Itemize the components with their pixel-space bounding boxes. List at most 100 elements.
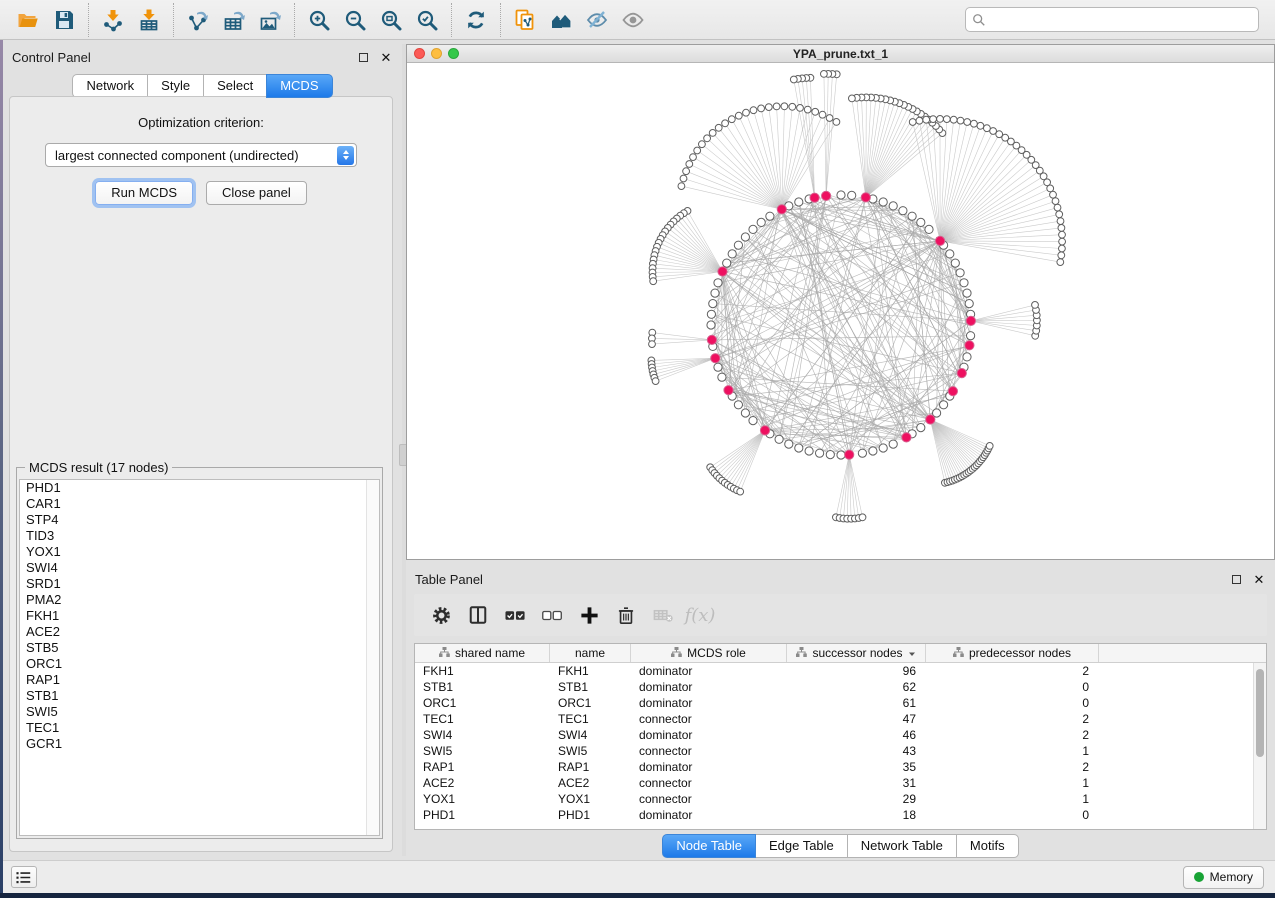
leaf-node[interactable]: [937, 116, 944, 123]
show-graphics-details-icon[interactable]: [615, 4, 651, 36]
network-node[interactable]: [917, 424, 925, 432]
leaf-node[interactable]: [781, 103, 788, 110]
export-image-icon[interactable]: [252, 4, 288, 36]
network-node[interactable]: [757, 218, 765, 226]
dominator-node[interactable]: [926, 415, 935, 424]
dominator-node[interactable]: [861, 193, 870, 202]
leaf-node[interactable]: [765, 104, 772, 111]
network-window-titlebar[interactable]: YPA_prune.txt_1: [407, 45, 1274, 63]
network-canvas[interactable]: [407, 63, 1274, 559]
leaf-node[interactable]: [943, 116, 950, 123]
dominator-node[interactable]: [902, 433, 911, 442]
network-node[interactable]: [775, 435, 783, 443]
float-table-panel-button[interactable]: [1229, 572, 1243, 586]
network-node[interactable]: [917, 218, 925, 226]
tab-motifs[interactable]: Motifs: [956, 834, 1019, 858]
leaf-node[interactable]: [984, 125, 991, 132]
copy-current-view-icon[interactable]: [507, 4, 543, 36]
dominator-node[interactable]: [966, 316, 975, 325]
network-node[interactable]: [826, 451, 834, 459]
dominator-node[interactable]: [965, 341, 974, 350]
leaf-node[interactable]: [950, 116, 957, 123]
leaf-node[interactable]: [758, 105, 765, 112]
network-node[interactable]: [714, 363, 722, 371]
leaf-node[interactable]: [1054, 204, 1061, 211]
network-node[interactable]: [711, 289, 719, 297]
list-item[interactable]: YOX1: [20, 544, 379, 560]
network-node[interactable]: [816, 449, 824, 457]
save-session-icon[interactable]: [46, 4, 82, 36]
list-item[interactable]: FKH1: [20, 608, 379, 624]
table-row[interactable]: TEC1TEC1connector472: [415, 711, 1266, 727]
list-item[interactable]: TID3: [20, 528, 379, 544]
leaf-node[interactable]: [1032, 302, 1039, 309]
network-node[interactable]: [963, 353, 971, 361]
network-node[interactable]: [837, 451, 845, 459]
settings-gear-icon[interactable]: [428, 602, 454, 628]
tab-mcds[interactable]: MCDS: [266, 74, 332, 98]
column-header-shared-name[interactable]: shared name: [415, 644, 550, 662]
table-row[interactable]: ACE2ACE2connector311: [415, 775, 1266, 791]
tab-node-table[interactable]: Node Table: [662, 834, 756, 858]
leaf-node[interactable]: [1057, 259, 1064, 266]
open-session-icon[interactable]: [10, 4, 46, 36]
network-node[interactable]: [837, 191, 845, 199]
leaf-node[interactable]: [649, 341, 656, 348]
hide-selected-icon[interactable]: [579, 4, 615, 36]
column-header-name[interactable]: name: [550, 644, 631, 662]
close-panel-action-button[interactable]: Close panel: [206, 181, 307, 205]
import-network-icon[interactable]: [95, 4, 131, 36]
list-item[interactable]: STB5: [20, 640, 379, 656]
leaf-node[interactable]: [804, 106, 811, 113]
column-header-MCDS-role[interactable]: MCDS role: [631, 644, 787, 662]
leaf-node[interactable]: [704, 135, 711, 142]
leaf-node[interactable]: [1057, 218, 1064, 225]
leaf-node[interactable]: [821, 71, 828, 78]
dominator-node[interactable]: [822, 191, 831, 200]
table-row[interactable]: SWI5SWI5connector431: [415, 743, 1266, 759]
first-neighbors-icon[interactable]: [543, 4, 579, 36]
zoom-fit-icon[interactable]: [373, 4, 409, 36]
table-row[interactable]: FKH1FKH1dominator962: [415, 663, 1266, 679]
dominator-node[interactable]: [718, 267, 727, 276]
delete-column-icon[interactable]: [613, 602, 639, 628]
leaf-node[interactable]: [728, 116, 735, 123]
add-column-icon[interactable]: [576, 602, 602, 628]
network-node[interactable]: [967, 332, 975, 340]
leaf-node[interactable]: [1058, 225, 1065, 232]
network-node[interactable]: [940, 401, 948, 409]
dominator-node[interactable]: [845, 450, 854, 459]
network-graph[interactable]: [407, 63, 1274, 560]
mcds-result-list[interactable]: PHD1CAR1STP4TID3YOX1SWI4SRD1PMA2FKH1ACE2…: [19, 479, 380, 836]
leaf-node[interactable]: [849, 95, 856, 102]
refresh-view-icon[interactable]: [458, 4, 494, 36]
leaf-node[interactable]: [699, 141, 706, 148]
network-node[interactable]: [709, 300, 717, 308]
network-node[interactable]: [963, 289, 971, 297]
network-node[interactable]: [741, 409, 749, 417]
dominator-node[interactable]: [957, 369, 966, 378]
run-mcds-button[interactable]: Run MCDS: [95, 181, 193, 205]
close-table-panel-button[interactable]: ✕: [1252, 572, 1266, 586]
leaf-node[interactable]: [1050, 191, 1057, 198]
dominator-node[interactable]: [711, 354, 720, 363]
leaf-node[interactable]: [833, 119, 840, 126]
leaf-node[interactable]: [957, 117, 964, 124]
network-node[interactable]: [858, 449, 866, 457]
network-node[interactable]: [965, 300, 973, 308]
deselect-all-rows-icon[interactable]: [539, 602, 565, 628]
zoom-selected-icon[interactable]: [409, 4, 445, 36]
column-visibility-icon[interactable]: [465, 602, 491, 628]
network-node[interactable]: [848, 191, 856, 199]
list-item[interactable]: SRD1: [20, 576, 379, 592]
table-row[interactable]: PHD1PHD1dominator180: [415, 807, 1266, 823]
leaf-node[interactable]: [652, 378, 659, 385]
list-item[interactable]: STP4: [20, 512, 379, 528]
network-node[interactable]: [734, 401, 742, 409]
network-node[interactable]: [795, 444, 803, 452]
close-panel-button[interactable]: ✕: [379, 50, 393, 64]
network-node[interactable]: [899, 207, 907, 215]
network-node[interactable]: [707, 321, 715, 329]
dominator-node[interactable]: [707, 335, 716, 344]
network-node[interactable]: [728, 250, 736, 258]
